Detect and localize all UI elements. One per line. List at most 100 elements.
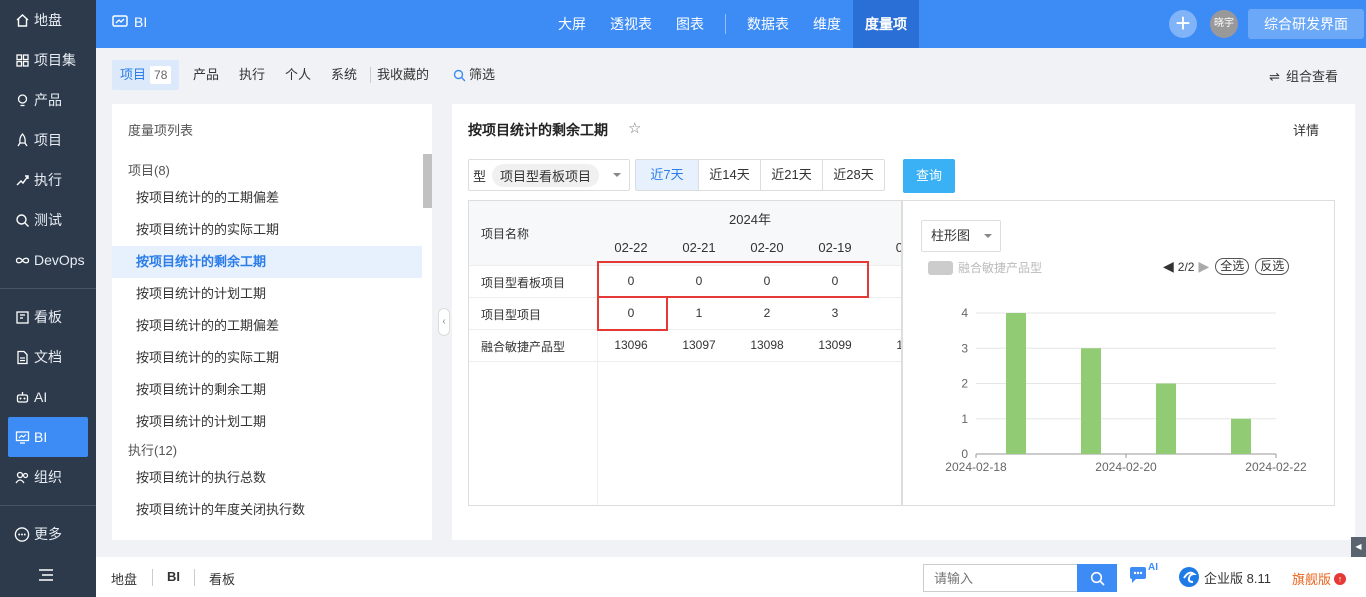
subtab-favorites[interactable]: 我收藏的: [377, 60, 429, 90]
avatar[interactable]: 晓宇: [1210, 10, 1238, 38]
metric-list-panel: 度量项列表 项目(8) 按项目统计的的工期偏差 按项目统计的的实际工期 按项目统计的剩…: [112, 104, 432, 540]
nav-item-项目[interactable]: 项目: [0, 120, 96, 160]
menu-toggle-icon[interactable]: [28, 555, 54, 595]
table-cell: 3: [831, 306, 839, 320]
top-tab-4[interactable]: 维度: [801, 0, 853, 48]
search-button[interactable]: [1077, 564, 1117, 592]
top-tab-3[interactable]: 数据表: [735, 0, 801, 48]
brand-label: BI: [134, 14, 148, 30]
invert-selection-button[interactable]: 反选: [1255, 258, 1290, 275]
metric-item[interactable]: 按项目统计的的实际工期: [112, 342, 422, 374]
y-tick-label: 1: [961, 412, 968, 426]
bottom-tab-dashboard[interactable]: 地盘: [111, 569, 137, 588]
highlight-box: [597, 296, 668, 331]
app-brand[interactable]: BI: [112, 14, 147, 30]
legend-pager: ◀ 2/2 ▶ 全选 反选: [1163, 258, 1290, 275]
metric-item[interactable]: 按项目统计的年度关闭执行数: [112, 494, 422, 526]
bar: [1156, 383, 1176, 454]
date-range-group: 近7天 近14天 近21天 近28天: [635, 159, 885, 191]
subtab-divider: [370, 67, 371, 83]
date-column-header: 02-21: [682, 240, 716, 255]
nav-item-地盘[interactable]: 地盘: [0, 0, 96, 40]
y-tick-label: 3: [961, 341, 968, 355]
range-button-0[interactable]: 近7天: [636, 160, 698, 190]
subtab-project[interactable]: 项目 78: [112, 60, 180, 90]
nav-item-devops[interactable]: DevOps: [0, 240, 96, 280]
swap-icon: ⇌: [1269, 69, 1280, 84]
top-tab-0[interactable]: 大屏: [546, 0, 598, 48]
corner-toggle-icon[interactable]: ◀: [1351, 537, 1366, 557]
flagship-upgrade[interactable]: 旗舰版 ↑: [1292, 569, 1347, 588]
project-count-badge: 78: [150, 66, 172, 84]
combo-view-button[interactable]: ⇌ 组合查看: [1269, 66, 1338, 85]
chart-legend[interactable]: 融合敏捷产品型: [928, 259, 1042, 276]
detail-panel: 按项目统计的剩余工期 ☆ 详情 型 项目型看板项目 近7天 近14天 近21天 近28…: [452, 104, 1355, 540]
add-icon[interactable]: +: [1169, 10, 1197, 38]
metric-item[interactable]: 按项目统计的的工期偏差: [112, 182, 422, 214]
row-label: 融合敏捷产品型: [481, 340, 566, 354]
bi-icon: [14, 429, 30, 445]
ai-chat-icon[interactable]: AI: [1128, 562, 1158, 587]
bar: [1081, 348, 1101, 454]
nav-item-ai[interactable]: AI: [0, 377, 96, 417]
range-button-2[interactable]: 近21天: [760, 160, 822, 190]
top-bar: BI 大屏 透视表 图表 数据表 维度 度量项 + 晓宇 综合研发界面: [96, 0, 1366, 48]
metric-item[interactable]: 按项目统计的计划工期: [112, 278, 422, 310]
global-search-input[interactable]: [923, 564, 1078, 592]
logo-icon: [1179, 567, 1199, 587]
query-button[interactable]: 查询: [903, 159, 955, 193]
select-all-button[interactable]: 全选: [1215, 258, 1250, 275]
filter-button[interactable]: 筛选: [453, 60, 495, 90]
star-icon[interactable]: ☆: [628, 119, 641, 137]
kanban-icon: [14, 309, 30, 325]
metric-item[interactable]: 按项目统计的的实际工期: [112, 214, 422, 246]
bottom-tab-bi[interactable]: BI: [167, 569, 180, 584]
nav-item-产品[interactable]: 产品: [0, 80, 96, 120]
collapse-panel-icon[interactable]: ‹: [438, 308, 450, 336]
top-tab-1[interactable]: 透视表: [598, 0, 664, 48]
infinity-icon: [14, 252, 30, 268]
table-cell: 2: [763, 306, 771, 320]
detail-link[interactable]: 详情: [1293, 120, 1319, 139]
home-icon: [14, 12, 30, 28]
subtab-execution[interactable]: 执行: [239, 60, 265, 90]
nav-item-测试[interactable]: 测试: [0, 200, 96, 240]
nav-item-更多[interactable]: 更多: [0, 514, 96, 554]
next-page-icon[interactable]: ▶: [1198, 258, 1209, 275]
top-nav: 大屏 透视表 图表 数据表 维度 度量项: [546, 0, 919, 48]
metric-item[interactable]: 按项目统计的执行总数: [112, 462, 422, 494]
top-tab-2[interactable]: 图表: [664, 0, 716, 48]
range-button-3[interactable]: 近28天: [822, 160, 884, 190]
subtab-system[interactable]: 系统: [331, 60, 357, 90]
date-column-header: 02: [869, 240, 901, 255]
bottom-tab-kanban[interactable]: 看板: [209, 569, 235, 588]
metric-item[interactable]: 按项目统计的剩余工期: [112, 246, 422, 278]
bi-icon: [112, 15, 128, 27]
metric-item[interactable]: 按项目统计的剩余工期: [112, 374, 422, 406]
table-cell: 13098: [750, 338, 784, 352]
run-icon: [14, 172, 30, 188]
switch-interface-button[interactable]: 综合研发界面: [1248, 9, 1364, 39]
project-type-select[interactable]: 型 项目型看板项目: [468, 159, 630, 191]
nav-item-组织[interactable]: 组织: [0, 457, 96, 497]
nav-item-文档[interactable]: 文档: [0, 337, 96, 377]
top-tab-5[interactable]: 度量项: [853, 0, 919, 48]
org-icon: [14, 469, 30, 485]
range-button-1[interactable]: 近14天: [698, 160, 760, 190]
metric-item[interactable]: 按项目统计的计划工期: [112, 406, 422, 438]
prev-page-icon[interactable]: ◀: [1163, 258, 1174, 275]
nav-item-看板[interactable]: 看板: [0, 297, 96, 337]
date-column-header: 02-19: [818, 240, 852, 255]
chart-type-select[interactable]: 柱形图: [921, 220, 1001, 252]
version-label: 企业版 8.11: [1178, 566, 1271, 588]
nav-item-执行[interactable]: 执行: [0, 160, 96, 200]
subtab-product[interactable]: 产品: [193, 60, 219, 90]
scrollbar-thumb[interactable]: [423, 154, 432, 208]
nav-item-bi[interactable]: BI: [8, 417, 88, 457]
nav-item-项目集[interactable]: 项目集: [0, 40, 96, 80]
metric-item[interactable]: 按项目统计的的工期偏差: [112, 310, 422, 342]
subtab-personal[interactable]: 个人: [285, 60, 311, 90]
table-cell: 13099: [818, 338, 852, 352]
metric-group-label: 项目(8): [128, 163, 170, 178]
table-cell: 13: [869, 338, 901, 352]
